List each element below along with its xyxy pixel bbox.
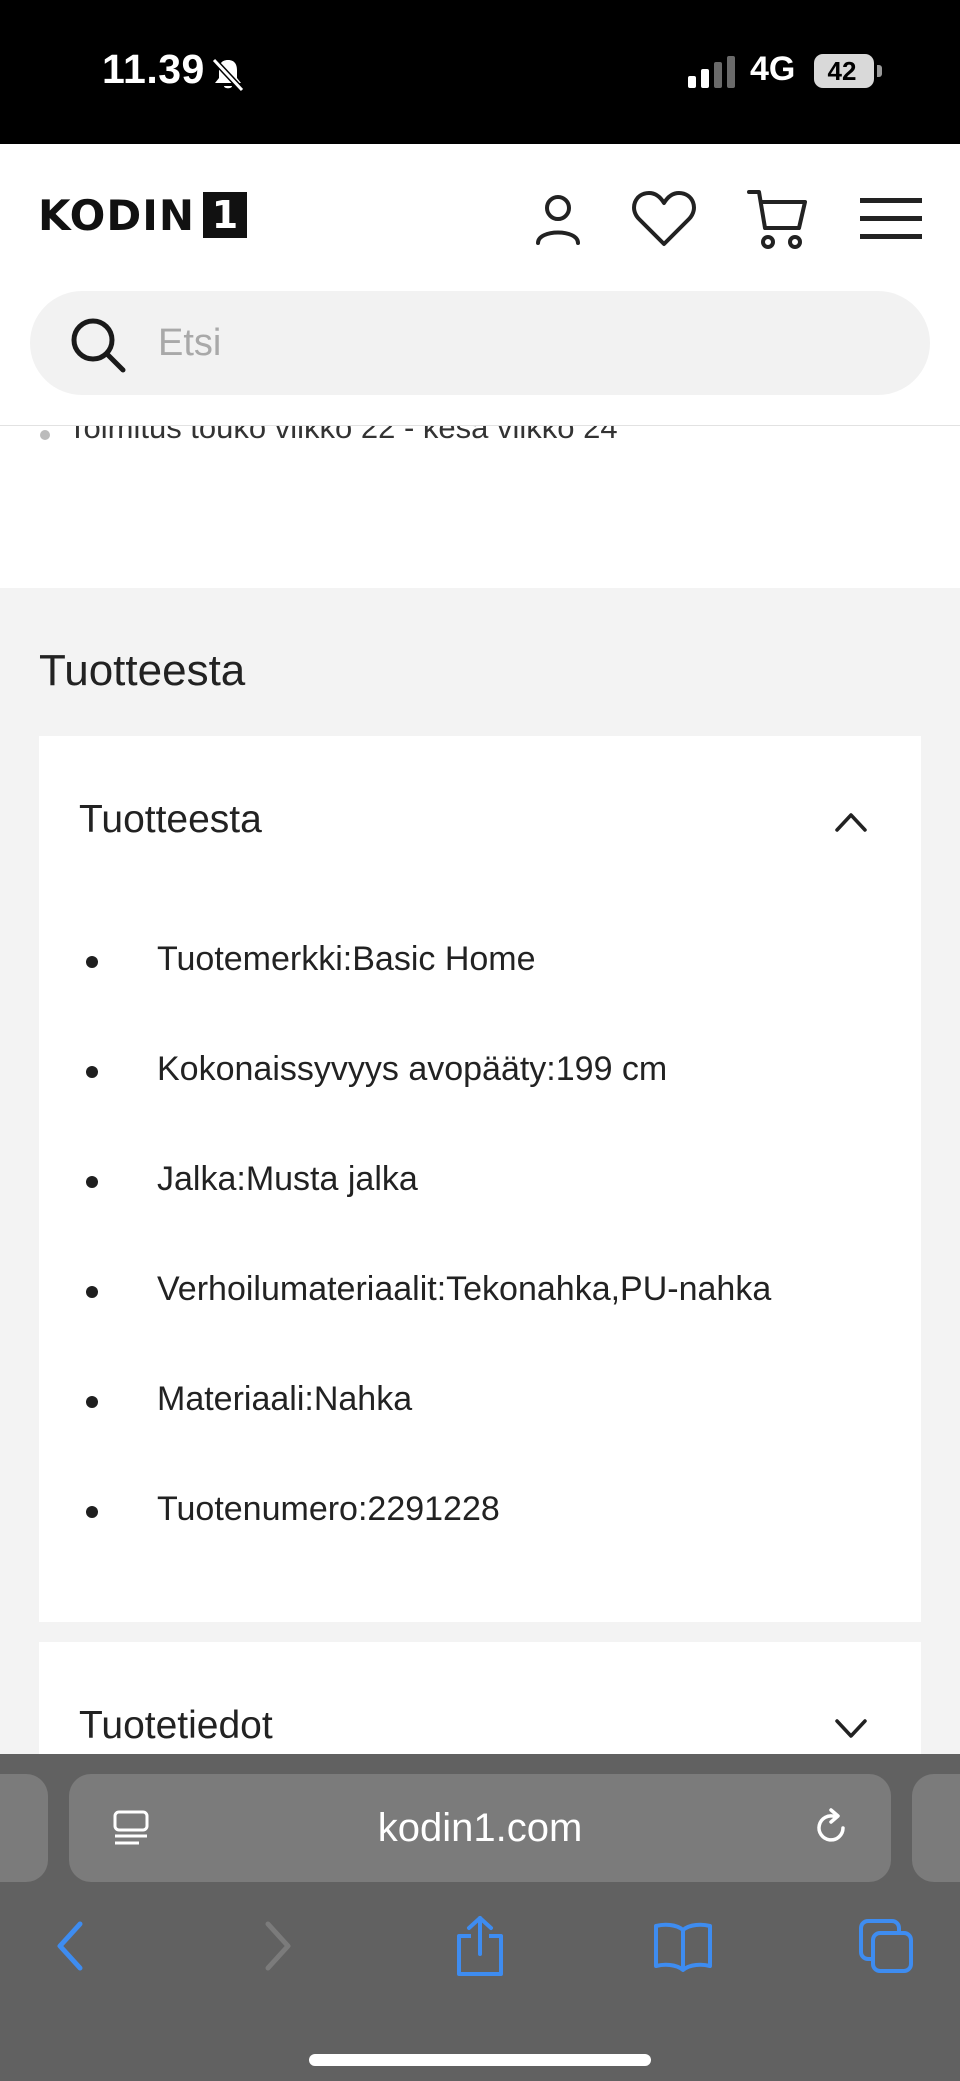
spec-text: Tuotenumero:2291228 xyxy=(157,1490,500,1528)
spec-text: Kokonaissyvyys avopääty:199 cm xyxy=(157,1050,668,1088)
previous-tab-preview[interactable] xyxy=(0,1774,48,1882)
spec-item: Jalka:Musta jalka xyxy=(39,1152,921,1262)
account-button[interactable] xyxy=(523,184,593,254)
spec-item: Tuotenumero:2291228 xyxy=(39,1482,921,1592)
chevron-down-icon xyxy=(835,1719,867,1738)
search-input[interactable] xyxy=(158,313,858,373)
share-icon xyxy=(457,1916,503,1976)
accordion-tuotetiedot[interactable]: Tuotetiedot xyxy=(39,1642,921,1754)
accordion-title: Tuotetiedot xyxy=(79,1704,273,1747)
next-tab-preview[interactable] xyxy=(912,1774,960,1882)
accordion-title: Tuotteesta xyxy=(79,798,262,841)
back-button[interactable] xyxy=(38,1914,102,1978)
menu-button[interactable] xyxy=(856,184,926,254)
bullet xyxy=(86,1066,98,1078)
bullet xyxy=(86,1506,98,1518)
menu-icon xyxy=(860,198,922,239)
accordion-header-tuotteesta[interactable]: Tuotteesta xyxy=(39,736,921,906)
bullet xyxy=(86,956,98,968)
bullet xyxy=(86,1396,98,1408)
home-indicator xyxy=(309,2054,651,2066)
spec-text: Materiaali:Nahka xyxy=(157,1380,413,1418)
delivery-bullet xyxy=(40,430,50,440)
logo-number: 1 xyxy=(203,192,248,238)
spec-list: Tuotemerkki:Basic Home Kokonaissyvyys av… xyxy=(39,932,921,1592)
spec-item: Verhoilumateriaalit:Tekonahka,PU-nahka xyxy=(39,1262,921,1372)
book-icon xyxy=(654,1922,712,1972)
logo-text: KODIN xyxy=(38,190,196,240)
chevron-left-icon xyxy=(57,1921,83,1971)
forward-button[interactable] xyxy=(246,1914,310,1978)
section-title: Tuotteesta xyxy=(39,646,246,695)
signal-icon xyxy=(688,56,735,88)
battery-icon: 42 xyxy=(814,54,874,88)
spec-item: Materiaali:Nahka xyxy=(39,1372,921,1482)
search-icon xyxy=(71,318,126,373)
bookmarks-button[interactable] xyxy=(651,1914,715,1978)
delivery-text: Toimitus touko viikko 22 - kesä viikko 2… xyxy=(68,426,618,445)
reload-icon[interactable] xyxy=(809,1806,853,1850)
search-bar[interactable] xyxy=(30,291,930,395)
spec-item: Kokonaissyvyys avopääty:199 cm xyxy=(39,1042,921,1152)
heart-icon xyxy=(632,191,696,246)
delivery-info: Toimitus touko viikko 22 - kesä viikko 2… xyxy=(0,426,960,588)
page-menu-icon[interactable] xyxy=(109,1806,153,1850)
accordion-tuotteesta: Tuotteesta Tuotemerkki:Basic Home Kokona… xyxy=(39,736,921,1622)
status-time: 11.39 xyxy=(102,46,205,92)
spec-item: Tuotemerkki:Basic Home xyxy=(39,932,921,1042)
chevron-right-icon xyxy=(265,1921,291,1971)
bell-muted-icon xyxy=(211,57,245,93)
wishlist-button[interactable] xyxy=(629,184,699,254)
tabs-button[interactable] xyxy=(855,1914,919,1978)
user-icon xyxy=(536,195,580,245)
battery-level: 42 xyxy=(827,56,857,86)
browser-toolbar: kodin1.com xyxy=(0,1754,960,2081)
bullet xyxy=(86,1176,98,1188)
tabs-icon xyxy=(859,1919,913,1973)
kodin1-logo[interactable]: KODIN 1 xyxy=(38,190,248,240)
bullet xyxy=(86,1286,98,1298)
status-bar: 11.39 4G 42 xyxy=(0,0,960,144)
cart-icon xyxy=(747,190,807,249)
site-header: KODIN 1 xyxy=(0,144,960,426)
spec-text: Jalka:Musta jalka xyxy=(157,1160,418,1198)
cart-button[interactable] xyxy=(742,184,812,254)
battery-cap xyxy=(877,65,882,77)
network-label: 4G xyxy=(750,50,796,88)
chevron-up-icon xyxy=(835,813,867,832)
address-bar[interactable]: kodin1.com xyxy=(69,1774,891,1882)
url-text: kodin1.com xyxy=(377,1806,583,1850)
share-button[interactable] xyxy=(448,1914,512,1978)
spec-text: Verhoilumateriaalit:Tekonahka,PU-nahka xyxy=(157,1270,772,1308)
spec-text: Tuotemerkki:Basic Home xyxy=(157,940,536,978)
